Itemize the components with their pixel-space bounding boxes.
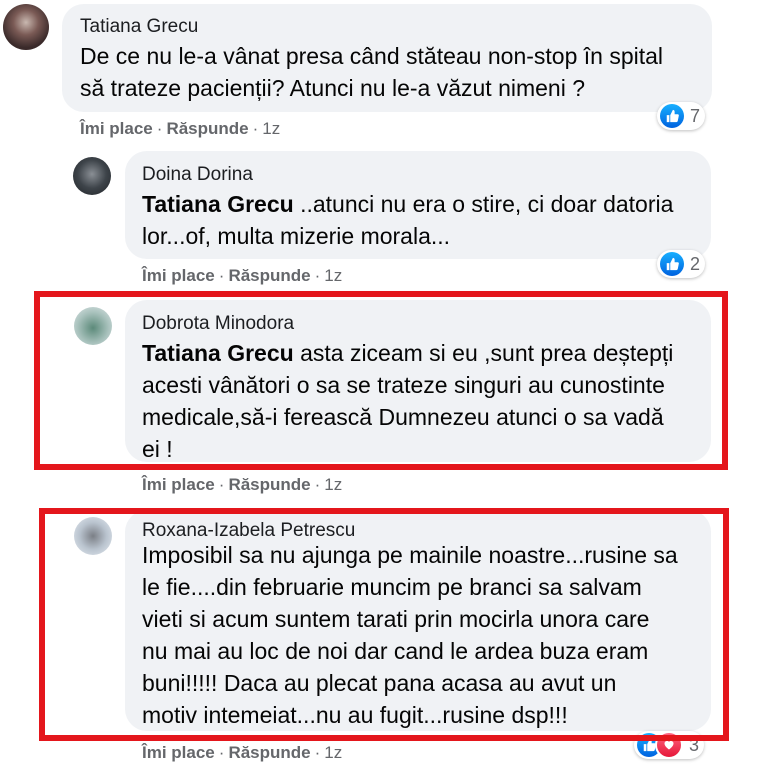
comment-author[interactable]: Tatiana Grecu xyxy=(80,16,198,38)
comment-line: De ce nu le-a vânat presa când stăteau n… xyxy=(80,43,664,69)
like-link[interactable]: Îmi place xyxy=(142,743,215,762)
reply-link[interactable]: Răspunde xyxy=(228,266,310,285)
timestamp[interactable]: 1z xyxy=(324,475,342,494)
reaction-badge[interactable]: 2 xyxy=(657,250,706,278)
mention-link[interactable]: Tatiana Grecu xyxy=(142,191,294,217)
reply-link[interactable]: Răspunde xyxy=(228,743,310,762)
comment-actions: Îmi place · Răspunde · 1z xyxy=(142,266,342,286)
separator: · xyxy=(218,266,225,285)
highlight-box xyxy=(34,291,728,470)
timestamp[interactable]: 1z xyxy=(262,119,280,138)
like-link[interactable]: Îmi place xyxy=(142,475,215,494)
reaction-badge[interactable]: 7 xyxy=(657,102,706,130)
comment-line: Tatiana Grecu ..atunci nu era o stire, c… xyxy=(142,188,707,220)
reply-link[interactable]: Răspunde xyxy=(166,119,248,138)
separator: · xyxy=(156,119,163,138)
comment-text: Tatiana Grecu ..atunci nu era o stire, c… xyxy=(142,188,707,252)
comment-actions: Îmi place · Răspunde · 1z xyxy=(142,475,342,495)
separator: · xyxy=(218,475,225,494)
comment-author[interactable]: Doina Dorina xyxy=(142,164,253,186)
comment-actions: Îmi place · Răspunde · 1z xyxy=(80,119,280,139)
timestamp[interactable]: 1z xyxy=(324,266,342,285)
thumbs-up-icon xyxy=(660,104,684,128)
comment-line: lor...of, multa mizerie morala... xyxy=(142,223,451,249)
comment-line-text: ..atunci nu era o stire, ci doar datoria xyxy=(293,191,674,217)
like-link[interactable]: Îmi place xyxy=(80,119,153,138)
like-link[interactable]: Îmi place xyxy=(142,266,215,285)
separator: · xyxy=(314,475,321,494)
reply-link[interactable]: Răspunde xyxy=(228,475,310,494)
reaction-count: 7 xyxy=(690,105,701,126)
comment-actions: Îmi place · Răspunde · 1z xyxy=(142,743,342,763)
comment-text: De ce nu le-a vânat presa când stăteau n… xyxy=(80,40,705,104)
avatar[interactable] xyxy=(73,157,111,195)
comment-line: să trateze pacienții? Atunci nu le-a văz… xyxy=(80,75,586,101)
separator: · xyxy=(314,266,321,285)
timestamp[interactable]: 1z xyxy=(324,743,342,762)
separator: · xyxy=(218,743,225,762)
thumbs-up-icon xyxy=(660,252,684,276)
reaction-count: 2 xyxy=(690,253,701,274)
avatar[interactable] xyxy=(3,4,49,50)
separator: · xyxy=(314,743,321,762)
highlight-box xyxy=(39,508,729,741)
separator: · xyxy=(252,119,259,138)
